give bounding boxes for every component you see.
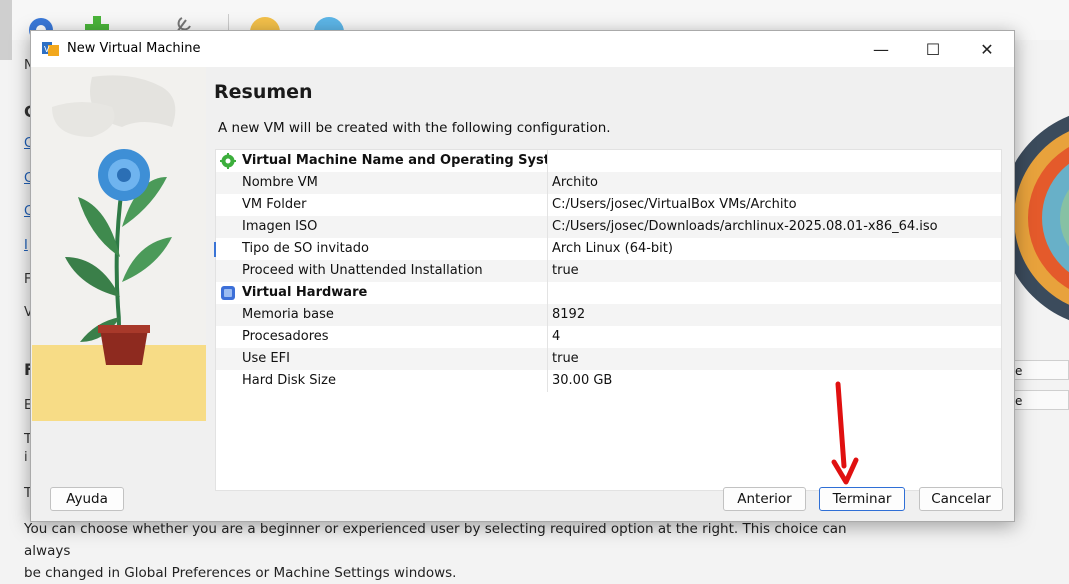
row-label: Tipo de SO invitado: [216, 238, 548, 260]
row-value: Archito: [552, 175, 599, 190]
row-value: true: [552, 263, 579, 278]
experience-mode-description: You can choose whether you are a beginne…: [24, 518, 884, 584]
description-line-1: You can choose whether you are a beginne…: [24, 521, 847, 559]
back-button[interactable]: Anterior: [723, 487, 806, 511]
page-description: A new VM will be created with the follow…: [218, 120, 611, 136]
section-title: Virtual Hardware: [242, 285, 368, 300]
table-row[interactable]: Hard Disk Size 30.00 GB: [216, 370, 1001, 392]
row-value: true: [552, 351, 579, 366]
description-line-2: be changed in Global Preferences or Mach…: [24, 565, 457, 581]
section-title: Virtual Machine Name and Operating Syste…: [242, 153, 548, 168]
dialog-button-bar: Ayuda Anterior Terminar Cancelar: [31, 475, 1014, 523]
row-value: Arch Linux (64-bit): [552, 241, 673, 256]
close-button[interactable]: ✕: [964, 31, 1010, 67]
svg-text:V: V: [44, 45, 50, 54]
row-label: VM Folder: [216, 194, 548, 216]
sidebar-edge: [0, 0, 12, 60]
row-label: Nombre VM: [216, 172, 548, 194]
new-vm-dialog: V New Virtual Machine — ☐ ✕ Resumen A ne…: [30, 30, 1015, 522]
plant-illustration: [32, 67, 206, 421]
cancel-button[interactable]: Cancelar: [919, 487, 1003, 511]
row-label: Procesadores: [216, 326, 548, 348]
focus-indicator: [214, 242, 216, 257]
bg-text: i: [24, 450, 28, 465]
row-label: Use EFI: [216, 348, 548, 370]
row-value: 4: [552, 329, 561, 344]
row-label: Imagen ISO: [216, 216, 548, 238]
row-label: Memoria base: [216, 304, 548, 326]
row-value: C:/Users/josec/Downloads/archlinux-2025.…: [552, 219, 938, 234]
table-row[interactable]: Procesadores 4: [216, 326, 1001, 348]
row-value: C:/Users/josec/VirtualBox VMs/Archito: [552, 197, 797, 212]
dialog-titlebar[interactable]: V New Virtual Machine — ☐ ✕: [31, 31, 1014, 67]
wizard-illustration: [32, 67, 206, 421]
maximize-button[interactable]: ☐: [910, 31, 956, 67]
summary-table[interactable]: Virtual Machine Name and Operating Syste…: [214, 149, 1002, 491]
page-title: Resumen: [214, 81, 313, 103]
bg-link[interactable]: I: [24, 238, 28, 253]
table-row[interactable]: VM Folder C:/Users/josec/VirtualBox VMs/…: [216, 194, 1001, 216]
table-row[interactable]: Use EFI true: [216, 348, 1001, 370]
dialog-title: New Virtual Machine: [67, 41, 201, 56]
section-header-virtual-hardware[interactable]: Virtual Hardware: [216, 282, 1001, 304]
row-value: 8192: [552, 307, 586, 322]
gear-icon: [220, 153, 236, 169]
table-row[interactable]: Proceed with Unattended Installation tru…: [216, 260, 1001, 282]
row-value: 30.00 GB: [552, 373, 613, 388]
minimize-button[interactable]: —: [858, 31, 904, 67]
mode-option-field[interactable]: e: [1012, 390, 1069, 410]
summary-page: Resumen A new VM will be created with th…: [214, 67, 1004, 491]
finish-button[interactable]: Terminar: [819, 487, 905, 511]
table-row[interactable]: Memoria base 8192: [216, 304, 1001, 326]
virtualbox-icon: V: [42, 42, 59, 56]
row-label: Proceed with Unattended Installation: [216, 260, 548, 282]
chip-icon: [221, 286, 235, 300]
row-label: Hard Disk Size: [216, 370, 548, 392]
table-row[interactable]: Tipo de SO invitado Arch Linux (64-bit): [214, 238, 1001, 260]
help-button[interactable]: Ayuda: [50, 487, 124, 511]
table-row[interactable]: Imagen ISO C:/Users/josec/Downloads/arch…: [216, 216, 1001, 238]
mode-option-field[interactable]: e: [1012, 360, 1069, 380]
table-row[interactable]: Nombre VM Archito: [216, 172, 1001, 194]
section-header-vm-name-os[interactable]: Virtual Machine Name and Operating Syste…: [216, 150, 1001, 172]
